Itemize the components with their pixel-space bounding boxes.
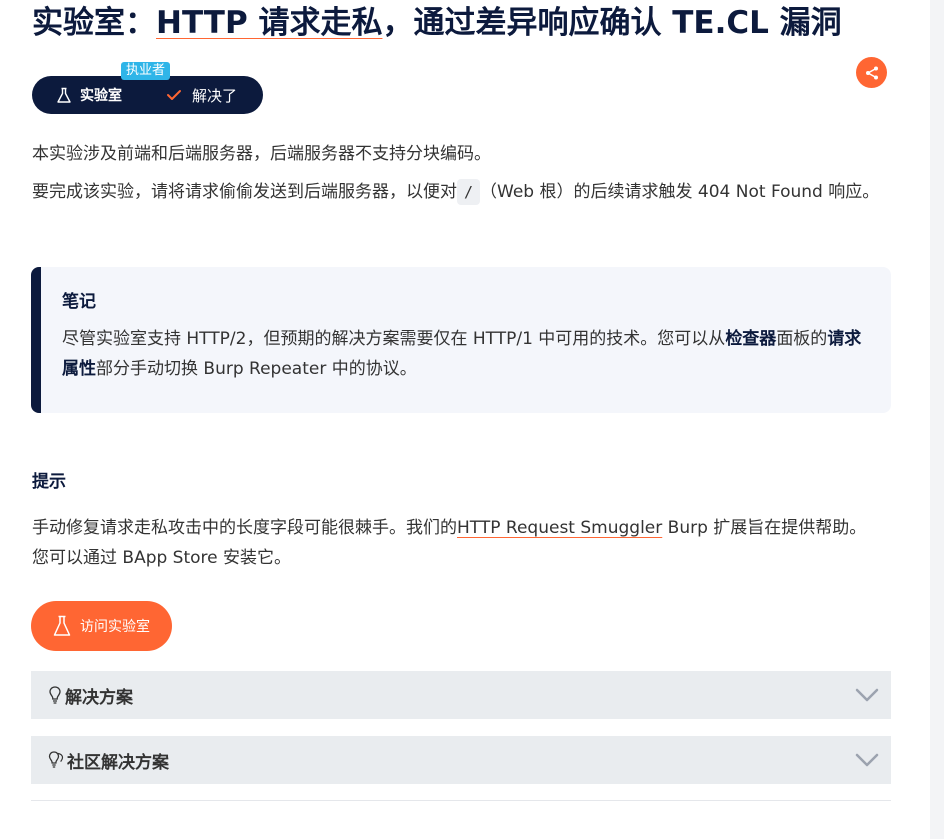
badge-status-label: 解决了 — [192, 86, 238, 105]
smuggler-extension-link[interactable]: HTTP Request Smuggler — [457, 518, 662, 538]
note-callout: 笔记 尽管实验室支持 HTTP/2，但预期的解决方案需要仅在 HTTP/1 中可… — [31, 267, 891, 413]
multiple-lightbulbs-icon — [48, 751, 64, 768]
intro-text-after: （Web 根）的后续请求触发 404 Not Found 响应。 — [480, 182, 880, 202]
page-title: 实验室：HTTP 请求走私，通过差异响应确认 TE.CL 漏洞 — [32, 2, 912, 44]
access-lab-label: 访问实验室 — [80, 619, 150, 635]
section-divider — [31, 800, 891, 801]
hint-text-before: 手动修复请求走私攻击中的长度字段可能很棘手。我们的 — [32, 518, 457, 538]
lab-status-badge: 实验室 解决了 — [32, 76, 263, 114]
community-solutions-label: 社区解决方案 — [67, 752, 169, 773]
note-title: 笔记 — [62, 292, 96, 312]
access-lab-button[interactable]: 访问实验室 — [31, 601, 172, 651]
note-body: 尽管实验室支持 HTTP/2，但预期的解决方案需要仅在 HTTP/1 中可用的技… — [62, 324, 877, 384]
community-solutions-accordion[interactable]: 社区解决方案 — [31, 736, 891, 784]
title-link[interactable]: HTTP 请求走私 — [156, 5, 382, 41]
share-icon — [865, 66, 878, 79]
share-button[interactable] — [856, 57, 887, 88]
hint-title: 提示 — [32, 472, 66, 492]
intro-line-2: 要完成该实验，请将请求偷偷发送到后端服务器，以便对 / （Web 根）的后续请求触发… — [32, 177, 882, 207]
lightbulb-icon — [49, 686, 61, 704]
level-tag: 执业者 — [121, 62, 171, 80]
flask-icon — [57, 87, 71, 103]
hint-body: 手动修复请求走私攻击中的长度字段可能很棘手。我们的HTTP Request Sm… — [32, 513, 882, 573]
solution-label: 解决方案 — [65, 687, 133, 708]
note-text-c: 部分手动切换 Burp Repeater 中的协议。 — [96, 359, 417, 379]
solution-accordion[interactable]: 解决方案 — [31, 671, 891, 719]
chevron-down-icon — [855, 688, 879, 702]
chevron-down-icon — [855, 753, 879, 767]
checkmark-icon — [167, 90, 181, 100]
note-text-b: 面板的 — [776, 329, 828, 349]
scrollbar-track[interactable] — [930, 0, 944, 839]
title-prefix: 实验室： — [32, 5, 156, 41]
flask-icon — [53, 615, 71, 636]
badge-solved: 解决了 — [166, 76, 237, 114]
note-bold-inspector: 检查器 — [725, 329, 777, 349]
badge-lab-label: 实验室 — [80, 88, 122, 104]
title-suffix: ，通过差异响应确认 TE.CL 漏洞 — [382, 5, 842, 41]
intro-text-before: 要完成该实验，请将请求偷偷发送到后端服务器，以便对 — [32, 182, 457, 202]
note-text-a: 尽管实验室支持 HTTP/2，但预期的解决方案需要仅在 HTTP/1 中可用的技… — [62, 329, 726, 349]
code-root-path: / — [457, 179, 481, 205]
intro-line-1: 本实验涉及前端和后端服务器，后端服务器不支持分块编码。 — [32, 144, 491, 164]
badge-lab: 实验室 — [56, 76, 122, 114]
